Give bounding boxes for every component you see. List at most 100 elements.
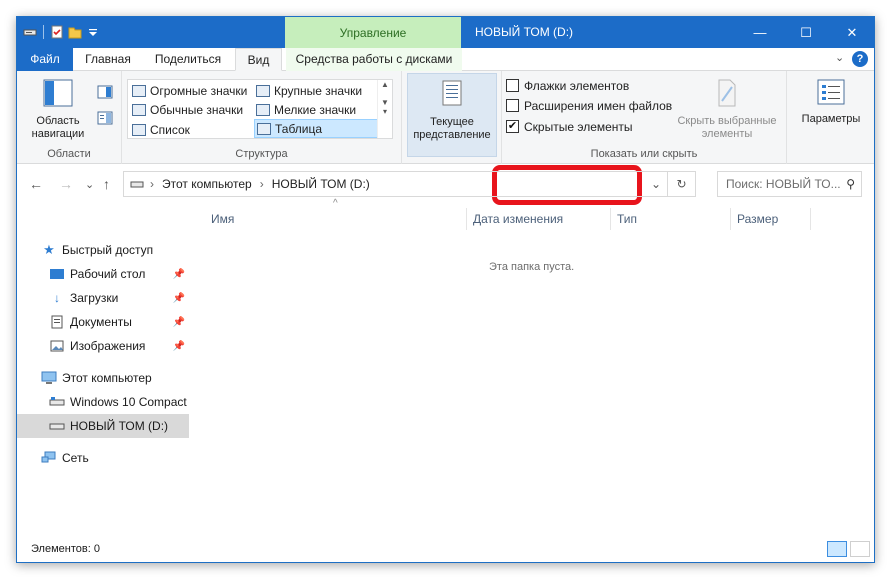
hide-selected-button[interactable]: Скрыть выбранные элементы — [672, 79, 782, 141]
help-icon[interactable]: ? — [852, 51, 868, 67]
tab-view[interactable]: Вид — [235, 48, 282, 71]
file-extensions-checkbox[interactable] — [506, 99, 519, 112]
layout-gallery: Огромные значки Крупные значки Обычные з… — [127, 79, 393, 139]
hide-selected-icon — [718, 79, 736, 107]
layout-details-label: Таблица — [275, 121, 323, 136]
layout-extra-large-icons[interactable]: Огромные значки — [132, 81, 247, 100]
item-checkboxes-option[interactable]: Флажки элементов — [506, 76, 629, 95]
small-icons-icon — [256, 103, 270, 116]
star-icon: ★ — [43, 242, 55, 257]
address-dropdown-icon[interactable]: ⌄ — [651, 177, 661, 191]
pin-icon[interactable]: 📌 — [173, 317, 185, 328]
ribbon-tabs: Файл Главная Поделиться Вид Средства раб… — [17, 48, 874, 71]
manage-context-tab[interactable]: Управление — [285, 17, 461, 48]
pin-icon[interactable]: 📌 — [173, 293, 185, 304]
nav-network[interactable]: Сеть — [17, 446, 189, 470]
medium-icons-icon — [132, 103, 146, 116]
drive-icon — [23, 29, 37, 36]
breadcrumb-this-pc[interactable]: Этот компьютер — [162, 177, 252, 191]
pin-icon[interactable]: 📌 — [173, 341, 185, 352]
up-arrow-icon[interactable]: ↑ — [103, 176, 110, 192]
extra-large-icons-icon — [132, 84, 146, 97]
nav-downloads-label: Загрузки — [70, 291, 119, 305]
nav-this-pc[interactable]: Этот компьютер — [17, 366, 189, 390]
layout-small-icons[interactable]: Мелкие значки — [256, 100, 356, 119]
preview-pane-icon[interactable] — [97, 85, 113, 99]
panes-group-label: Области — [47, 148, 91, 160]
minimize-button[interactable]: — — [737, 17, 783, 48]
nav-downloads[interactable]: ↓ Загрузки 📌 — [17, 286, 189, 310]
forward-arrow-icon[interactable]: → — [59, 176, 73, 192]
nav-quick-access[interactable]: ★ Быстрый доступ — [17, 238, 189, 262]
details-view-icon[interactable] — [827, 541, 847, 557]
navigation-pane-label: Область навигации — [31, 115, 85, 140]
show-hide-group: Флажки элементов Расширения имен файлов … — [502, 71, 787, 164]
column-type[interactable]: Тип — [611, 208, 731, 230]
address-bar-row: ← → ⌄ ↑ › Этот компьютер › НОВЫЙ ТОМ (D:… — [17, 168, 874, 200]
file-extensions-option[interactable]: Расширения имен файлов — [506, 96, 672, 115]
column-size[interactable]: Размер — [731, 208, 811, 230]
tab-share[interactable]: Поделиться — [143, 48, 233, 71]
options-button[interactable]: Параметры — [793, 79, 869, 126]
window-title: НОВЫЙ ТОМ (D:) — [475, 25, 574, 39]
close-button[interactable]: ✕ — [829, 17, 874, 48]
layout-group-label: Структура — [235, 148, 288, 160]
nav-network-label: Сеть — [62, 451, 89, 465]
current-view-button[interactable]: Текущее представление — [407, 73, 497, 157]
file-extensions-label: Расширения имен файлов — [524, 98, 673, 113]
layout-medium-icons[interactable]: Обычные значки — [132, 100, 243, 119]
explorer-window: Управление НОВЫЙ ТОМ (D:) — ☐ ✕ Файл Гла… — [16, 16, 875, 563]
nav-drive-d[interactable]: НОВЫЙ ТОМ (D:) — [17, 414, 189, 438]
hide-selected-label: Скрыть выбранные элементы — [677, 115, 777, 140]
options-icon — [817, 79, 845, 105]
nav-this-pc-label: Этот компьютер — [62, 371, 152, 385]
nav-desktop[interactable]: Рабочий стол 📌 — [17, 262, 189, 286]
layout-gallery-scroll[interactable]: ▲ ▼ ▾ — [377, 80, 392, 138]
breadcrumb-current[interactable]: НОВЫЙ ТОМ (D:) — [272, 177, 370, 191]
new-folder-icon[interactable] — [68, 25, 82, 39]
layout-list[interactable]: Список — [132, 120, 190, 139]
recent-locations-chevron-icon[interactable]: ⌄ — [85, 178, 94, 191]
qat-dropdown-icon[interactable] — [86, 25, 100, 39]
tab-home[interactable]: Главная — [75, 48, 141, 71]
nav-drive-d-label: НОВЫЙ ТОМ (D:) — [70, 419, 169, 433]
layout-list-label: Список — [150, 122, 190, 137]
maximize-button[interactable]: ☐ — [783, 17, 829, 48]
pictures-icon — [49, 339, 65, 353]
hidden-items-checkbox[interactable]: ✔ — [506, 120, 519, 133]
layout-details[interactable]: Таблица — [254, 119, 378, 138]
navigation-pane-button[interactable]: Область навигации — [25, 79, 91, 141]
desktop-folder-icon — [49, 267, 65, 281]
properties-icon[interactable] — [50, 25, 64, 39]
search-input[interactable]: Поиск: НОВЫЙ ТО... ⚲ — [717, 171, 862, 197]
details-pane-icon[interactable] — [97, 111, 113, 125]
network-icon — [41, 451, 57, 465]
collapse-ribbon-icon[interactable]: ⌄ — [835, 51, 844, 64]
address-field[interactable]: › Этот компьютер › НОВЫЙ ТОМ (D:) ⌄ ↻ — [123, 171, 696, 197]
search-icon[interactable]: ⚲ — [846, 177, 855, 191]
nav-drive-c[interactable]: Windows 10 Compact — [17, 390, 189, 414]
drive-icon — [49, 419, 65, 433]
nav-pictures[interactable]: Изображения 📌 — [17, 334, 189, 358]
hidden-items-option[interactable]: ✔ Скрытые элементы — [506, 117, 633, 136]
large-icons-view-icon[interactable] — [850, 541, 870, 557]
options-label: Параметры — [801, 113, 861, 125]
refresh-icon[interactable]: ↻ — [667, 172, 695, 196]
nav-documents[interactable]: Документы 📌 — [17, 310, 189, 334]
current-view-icon — [442, 80, 462, 106]
file-list[interactable]: ^ Имя Дата изменения Тип Размер Эта папк… — [193, 198, 874, 538]
ribbon: Область навигации Области Огромные значк… — [17, 71, 874, 205]
item-checkboxes-checkbox[interactable] — [506, 79, 519, 92]
layout-large-icons-label: Крупные значки — [274, 83, 363, 98]
tab-file[interactable]: Файл — [17, 48, 73, 71]
layout-small-icons-label: Мелкие значки — [274, 102, 357, 117]
column-date-modified[interactable]: Дата изменения — [467, 208, 611, 230]
tab-drive-tools[interactable]: Средства работы с дисками — [286, 48, 462, 71]
navigation-pane-icon — [43, 79, 73, 107]
large-icons-icon — [256, 84, 270, 97]
back-arrow-icon[interactable]: ← — [29, 176, 43, 192]
layout-large-icons[interactable]: Крупные значки — [256, 81, 362, 100]
column-name[interactable]: Имя — [205, 208, 467, 230]
layout-group: Огромные значки Крупные значки Обычные з… — [122, 71, 402, 164]
pin-icon[interactable]: 📌 — [173, 269, 185, 280]
